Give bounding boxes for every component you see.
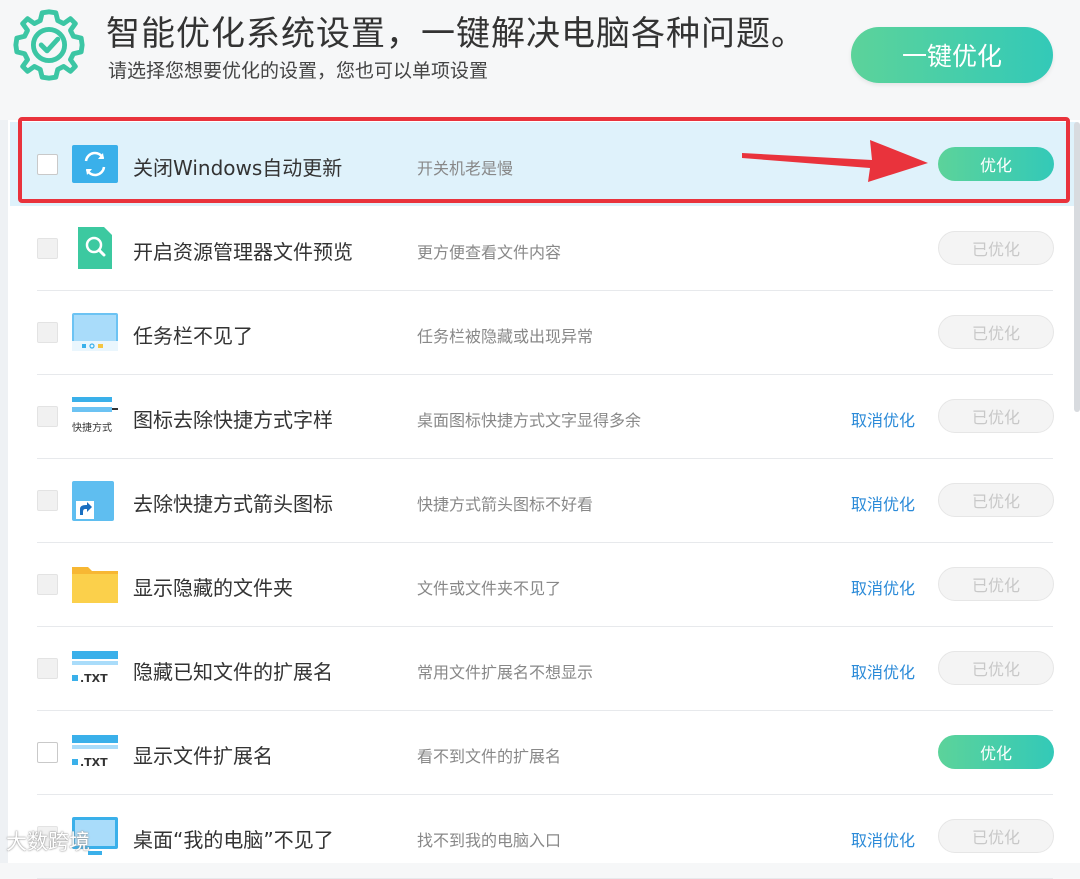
- item-description: 找不到我的电脑入口: [417, 831, 562, 850]
- item-checkbox[interactable]: [37, 742, 58, 763]
- cancel-optimize-link[interactable]: 取消优化: [851, 827, 915, 851]
- list-item[interactable]: 任务栏不见了 任务栏被隐藏或出现异常 已优化: [37, 290, 1054, 375]
- optimized-button: 已优化: [938, 651, 1054, 685]
- page-subtitle: 请选择您想要优化的设置，您也可以单项设置: [108, 60, 489, 82]
- list-item[interactable]: .TXT 隐藏已知文件的扩展名 常用文件扩展名不想显示 取消优化 已优化: [37, 626, 1054, 711]
- svg-text:.TXT: .TXT: [80, 672, 108, 685]
- list-item[interactable]: 显示隐藏的文件夹 文件或文件夹不见了 取消优化 已优化: [37, 542, 1054, 627]
- file-search-icon: [72, 225, 118, 271]
- item-checkbox[interactable]: [37, 238, 58, 259]
- list-left-strip: [0, 120, 8, 863]
- optimize-button[interactable]: 优化: [938, 147, 1054, 181]
- list-item[interactable]: 去除快捷方式箭头图标 快捷方式箭头图标不好看 取消优化 已优化: [37, 458, 1054, 543]
- list-item[interactable]: 开启资源管理器文件预览 更方便查看文件内容 已优化: [37, 206, 1054, 291]
- one-key-optimize-button[interactable]: 一键优化: [851, 27, 1053, 83]
- item-name: 开启资源管理器文件预览: [133, 240, 353, 264]
- cancel-optimize-link[interactable]: 取消优化: [851, 575, 915, 599]
- item-name: 去除快捷方式箭头图标: [133, 492, 333, 516]
- optimized-button: 已优化: [938, 399, 1054, 433]
- optimized-button: 已优化: [938, 231, 1054, 265]
- txt-extension-icon: .TXT: [72, 645, 118, 691]
- item-name: 任务栏不见了: [133, 324, 253, 348]
- item-description: 更方便查看文件内容: [417, 243, 562, 262]
- optimize-button[interactable]: 优化: [938, 735, 1054, 769]
- annotation-arrow-icon: [742, 140, 928, 182]
- list-scrollbar[interactable]: [1074, 122, 1080, 412]
- cancel-optimize-link[interactable]: 取消优化: [851, 659, 915, 683]
- cancel-optimize-link[interactable]: 取消优化: [851, 407, 915, 431]
- page-title: 智能优化系统设置，一键解决电脑各种问题。: [106, 14, 806, 54]
- item-description: 快捷方式箭头图标不好看: [417, 495, 594, 514]
- shortcut-arrow-icon: [72, 477, 118, 523]
- svg-text:快捷方式: 快捷方式: [72, 421, 112, 434]
- optimized-button: 已优化: [938, 819, 1054, 853]
- header: 智能优化系统设置，一键解决电脑各种问题。 请选择您想要优化的设置，您也可以单项设…: [0, 0, 1080, 112]
- item-name: 图标去除快捷方式字样: [133, 408, 333, 432]
- item-checkbox[interactable]: [37, 154, 58, 175]
- item-name: 显示文件扩展名: [133, 744, 273, 768]
- item-description: 看不到文件的扩展名: [417, 747, 562, 766]
- windows-update-icon: [72, 141, 118, 187]
- item-description: 文件或文件夹不见了: [417, 579, 562, 598]
- item-description: 任务栏被隐藏或出现异常: [417, 327, 594, 346]
- item-description: 常用文件扩展名不想显示: [417, 663, 594, 682]
- txt-extension-icon: .TXT: [72, 729, 118, 775]
- item-name: 桌面“我的电脑”不见了: [133, 828, 334, 852]
- item-checkbox[interactable]: [37, 322, 58, 343]
- item-name: 关闭Windows自动更新: [133, 156, 343, 180]
- optimized-button: 已优化: [938, 315, 1054, 349]
- item-description: 桌面图标快捷方式文字显得多余: [417, 411, 642, 430]
- item-name: 隐藏已知文件的扩展名: [133, 660, 333, 684]
- item-name: 显示隐藏的文件夹: [133, 576, 293, 600]
- cancel-optimize-link[interactable]: 取消优化: [851, 491, 915, 515]
- item-checkbox[interactable]: [37, 406, 58, 427]
- svg-text:.TXT: .TXT: [80, 756, 108, 769]
- optimized-button: 已优化: [938, 483, 1054, 517]
- list-item[interactable]: 快捷方式 图标去除快捷方式字样 桌面图标快捷方式文字显得多余 取消优化 已优化: [37, 374, 1054, 459]
- watermark-text: 大数跨境: [6, 830, 90, 854]
- item-checkbox[interactable]: [37, 490, 58, 511]
- taskbar-window-icon: [72, 309, 118, 355]
- item-description: 开关机老是慢: [417, 159, 514, 178]
- optimized-button: 已优化: [938, 567, 1054, 601]
- item-checkbox[interactable]: [37, 658, 58, 679]
- gear-check-icon: [13, 9, 85, 81]
- list-item[interactable]: 桌面“我的电脑”不见了 找不到我的电脑入口 取消优化 已优化: [37, 794, 1054, 879]
- folder-icon: [72, 561, 118, 607]
- list-item[interactable]: .TXT 显示文件扩展名 看不到文件的扩展名 优化: [37, 710, 1054, 795]
- shortcut-text-icon: 快捷方式: [72, 393, 118, 439]
- item-checkbox[interactable]: [37, 574, 58, 595]
